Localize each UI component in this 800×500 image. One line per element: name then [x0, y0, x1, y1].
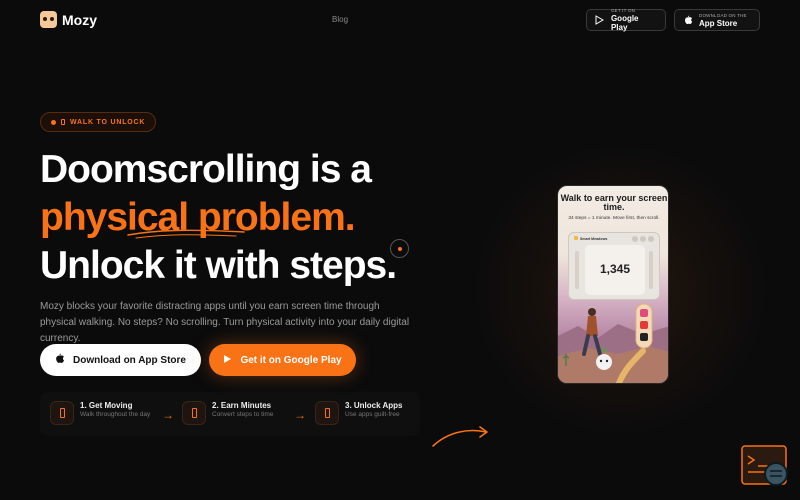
crown-icon: [574, 236, 578, 240]
step-unlock-apps: 3. Unlock Apps Use apps guilt-free: [315, 401, 417, 425]
step-subtitle: Use apps guilt-free: [345, 411, 400, 418]
walking-character-illustration: [558, 303, 668, 383]
cursor-indicator-icon: [390, 239, 409, 258]
phone-step-icon: [50, 401, 74, 425]
arrow-right-icon: →: [294, 408, 306, 422]
step-subtitle: Convert steps to time: [212, 411, 274, 418]
apple-icon: [683, 15, 693, 25]
get-google-play-button[interactable]: Get it on Google Play: [209, 344, 356, 376]
step-counter-display: 1,345: [585, 245, 645, 295]
card-icons: [632, 236, 654, 242]
brand-name: Mozy: [62, 11, 97, 28]
step-title: 1. Get Moving: [80, 401, 133, 410]
download-app-store-button[interactable]: Download on App Store: [40, 344, 201, 376]
side-gauge-left: [575, 251, 579, 289]
step-title: 2. Earn Minutes: [212, 401, 272, 410]
headline-line-3: Unlock it with steps.: [40, 244, 397, 287]
curved-arrow-icon: [432, 426, 488, 447]
apple-icon: [55, 353, 65, 367]
phone-mockup: Walk to earn your screen time. 34 steps …: [557, 185, 669, 384]
play-icon: [595, 15, 605, 25]
step-get-moving: 1. Get Moving Walk throughout the day: [50, 401, 152, 425]
step-count: 1,345: [599, 262, 631, 276]
apple-badge-small: DOWNLOAD ON THE: [699, 12, 747, 18]
pill-label: WALK TO UNLOCK: [70, 118, 146, 126]
headline-line-1: Doomscrolling is a: [40, 148, 372, 191]
google-play-badge[interactable]: GET IT ON Google Play: [586, 8, 666, 32]
get-google-play-label: Get it on Google Play: [240, 354, 342, 366]
phone-title: Walk to earn your screen time.: [560, 193, 668, 212]
google-badge-big: Google Play: [610, 14, 639, 32]
hero-description: Mozy blocks your favorite distracting ap…: [40, 301, 410, 344]
app-store-badge[interactable]: DOWNLOAD ON THE App Store: [674, 9, 760, 31]
brand[interactable]: Mozy: [40, 11, 97, 28]
play-icon: [223, 354, 232, 367]
phone-step-icon: [182, 401, 206, 425]
walk-to-unlock-pill: WALK TO UNLOCK: [40, 112, 157, 132]
how-it-works-steps: 1. Get Moving Walk throughout the day → …: [40, 392, 420, 436]
arrow-right-icon: →: [162, 408, 174, 422]
phone-icon: [61, 119, 65, 125]
phone-subtitle: 34 steps = 1 minute. Move first, then sc…: [568, 216, 660, 221]
apple-badge-big: App Store: [699, 18, 738, 28]
mozy-logo-icon: [40, 11, 57, 28]
hand-drawn-underline: [127, 229, 245, 239]
step-title: 3. Unlock Apps: [345, 401, 403, 410]
code-chat-widget-icon[interactable]: [740, 444, 792, 490]
download-app-store-label: Download on App Store: [73, 354, 186, 366]
status-dot-icon: [51, 119, 56, 125]
card-header: Smart Meadows: [580, 237, 608, 241]
step-counter-card: Smart Meadows 1,345: [568, 232, 660, 300]
side-gauge-right: [649, 251, 653, 289]
phone-step-icon: [315, 401, 339, 425]
step-subtitle: Walk throughout the day: [80, 411, 151, 418]
nav-link-blog[interactable]: Blog: [332, 15, 348, 24]
step-earn-minutes: 2. Earn Minutes Convert steps to time: [182, 401, 284, 425]
